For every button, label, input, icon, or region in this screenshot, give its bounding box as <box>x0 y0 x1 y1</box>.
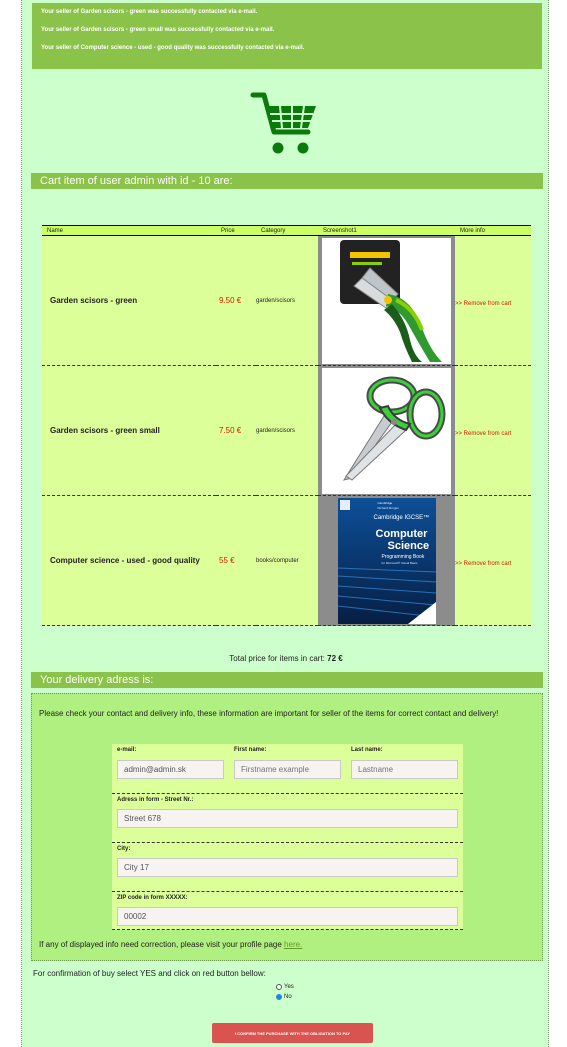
success-notice: Your seller of Garden scisors - green wa… <box>32 3 542 69</box>
radio-yes[interactable]: Yes <box>276 984 294 990</box>
table-row: Garden scisors - green 9.50 € garden/sci… <box>42 235 531 366</box>
item-name: Garden scisors - green small <box>42 365 216 496</box>
radio-yes-label: Yes <box>284 984 294 990</box>
radio-no-label: No <box>284 994 292 1000</box>
table-row: Computer science - used - good quality 5… <box>42 495 531 626</box>
kitchen-scissors-image <box>322 367 451 494</box>
delivery-section: Please check your contact and delivery i… <box>31 693 543 961</box>
email-label: e-mail: <box>117 747 137 753</box>
total-label: Total price for items in cart: <box>229 654 325 663</box>
zip-label: ZIP code in form XXXXX: <box>117 895 188 901</box>
form-divider <box>112 793 463 794</box>
column-header: Name <box>42 225 216 236</box>
notice-line: Your seller of Garden scisors - green wa… <box>41 9 258 15</box>
delivery-title: Your delivery adress is: <box>31 672 543 688</box>
confirm-purchase-button[interactable]: I CONFIRM THE PURCHASE WITH THE OBLIGATI… <box>212 1023 373 1043</box>
notice-line: Your seller of Garden scisors - green sm… <box>41 27 275 33</box>
form-divider <box>112 929 463 930</box>
lastname-field[interactable] <box>351 760 458 779</box>
profile-link[interactable]: here. <box>284 940 302 949</box>
book-type: Programming Book <box>381 553 425 560</box>
profile-note-text: If any of displayed info need correction… <box>39 940 282 949</box>
remove-from-cart-link[interactable]: >> Remove from cart <box>455 431 511 437</box>
pruning-shears-image <box>322 237 451 364</box>
email-field[interactable] <box>117 760 224 779</box>
confirmation-instructions: For confirmation of buy select YES and c… <box>33 969 266 978</box>
cart-table: Name Price Category Screenshot1 More inf… <box>42 225 531 626</box>
column-header: Screenshot1 <box>318 225 455 236</box>
radio-yes-control[interactable] <box>276 984 282 990</box>
book-title-line1: Computer <box>375 527 428 540</box>
radio-no-control[interactable] <box>276 994 282 1000</box>
item-screenshot-cell <box>318 365 455 496</box>
remove-from-cart-link[interactable]: >> Remove from cart <box>455 301 511 307</box>
street-field[interactable] <box>117 809 458 828</box>
lastname-label: Last name: <box>351 747 383 753</box>
zip-field[interactable] <box>117 907 458 926</box>
column-header: More info <box>455 225 531 236</box>
item-category: garden/scisors <box>256 365 318 496</box>
book-edition: for Microsoft® Visual Basic <box>381 560 418 565</box>
cart-title: Cart item of user admin with id - 10 are… <box>31 173 543 189</box>
form-divider <box>112 842 463 843</box>
radio-no[interactable]: No <box>276 994 292 1000</box>
notice-line: Your seller of Computer science - used -… <box>41 45 305 51</box>
form-divider <box>112 891 463 892</box>
item-price: 55 € <box>216 495 256 626</box>
city-label: City: <box>117 846 131 852</box>
item-category: garden/scisors <box>256 235 318 366</box>
item-name: Computer science - used - good quality <box>42 495 216 626</box>
city-field[interactable] <box>117 858 458 877</box>
book-author: Richard Morgan <box>377 505 399 510</box>
delivery-form: e-mail: First name: Last name: Adress in… <box>112 744 463 930</box>
profile-correction-note: If any of displayed info need correction… <box>39 940 302 949</box>
item-price: 7.50 € <box>216 365 256 496</box>
delivery-instructions: Please check your contact and delivery i… <box>39 709 499 718</box>
item-actions-cell: >> Remove from cart <box>455 235 531 366</box>
firstname-label: First name: <box>234 747 267 753</box>
remove-from-cart-link[interactable]: >> Remove from cart <box>455 561 511 567</box>
column-header: Category <box>256 225 318 236</box>
firstname-field[interactable] <box>234 760 341 779</box>
street-label: Adress in form - Street Nr.: <box>117 797 194 803</box>
book-subtitle: Cambridge IGCSE™ <box>373 514 430 521</box>
column-header: Price <box>216 225 256 236</box>
table-row: Garden scisors - green small 7.50 € gard… <box>42 365 531 496</box>
page-container: Your seller of Garden scisors - green wa… <box>21 0 549 1047</box>
item-actions-cell: >> Remove from cart <box>455 495 531 626</box>
table-header-row: Name Price Category Screenshot1 More inf… <box>42 225 531 236</box>
item-screenshot-cell <box>318 235 455 366</box>
item-screenshot-cell: Cambridge Richard Morgan Cambridge IGCSE… <box>318 495 455 626</box>
item-name: Garden scisors - green <box>42 235 216 366</box>
item-actions-cell: >> Remove from cart <box>455 365 531 496</box>
book-cover-image: Cambridge Richard Morgan Cambridge IGCSE… <box>337 497 436 624</box>
book-publisher: Cambridge <box>377 500 393 505</box>
item-category: books/computer <box>256 495 318 626</box>
shopping-cart-icon <box>250 92 316 154</box>
book-title-line2: Science <box>387 539 430 552</box>
cart-total: Total price for items in cart: 72 € <box>22 654 550 663</box>
total-value: 72 € <box>327 654 343 663</box>
item-price: 9.50 € <box>216 235 256 366</box>
